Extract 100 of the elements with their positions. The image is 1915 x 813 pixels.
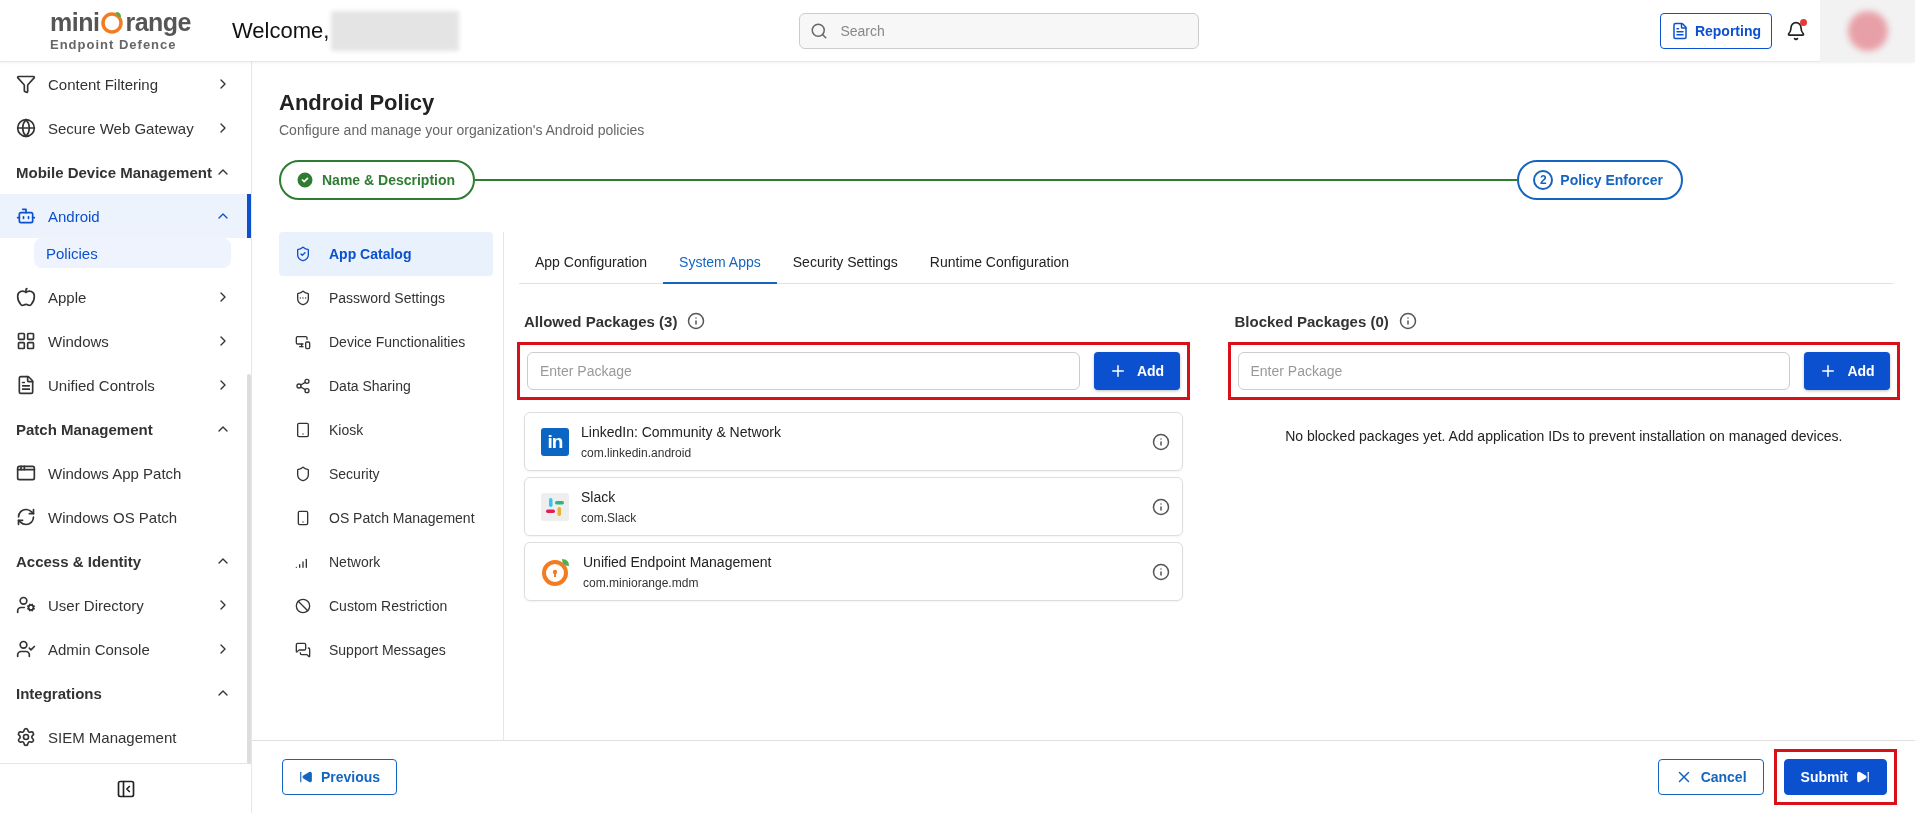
sidebar-item[interactable]: Admin Console [0,627,251,671]
user-check-icon [16,639,36,659]
document-icon [16,375,36,395]
document-icon [1670,21,1689,40]
shield-icon [295,466,311,482]
search-input[interactable]: Search [838,21,1189,40]
notification-bell-icon[interactable] [1786,20,1806,41]
sidebar-section[interactable]: Access & Identity [0,539,251,583]
linkedin-logo: in [541,427,569,456]
sidebar-section[interactable]: Patch Management [0,407,251,451]
package-name: LinkedIn: Community & Network [581,423,782,440]
sidebar-item[interactable]: Android [0,194,251,238]
search-icon [810,21,829,40]
section-label: Patch Management [16,420,154,438]
policy-menu-item[interactable]: Kiosk [279,408,493,452]
policy-menu-item[interactable]: Custom Restriction [279,584,493,628]
filter-icon [16,74,36,94]
cancel-button[interactable]: Cancel [1657,759,1764,795]
sidebar-item[interactable]: Unified Controls [0,363,251,407]
apple-icon [16,287,36,307]
share-icon [295,378,311,394]
step-number: 2 [1533,170,1554,190]
add-button[interactable]: Add [1804,352,1890,390]
logo-tagline: Endpoint Defence [50,36,177,52]
page-subtitle: Configure and manage your organization's Android policies [279,122,646,138]
logo-text: mini [50,9,100,35]
section-label: Access & Identity [16,552,143,570]
info-icon[interactable] [687,312,706,330]
devices-icon [295,334,311,350]
package-name: Slack [581,488,617,505]
tab[interactable]: App Configuration [519,242,664,284]
reporting-button[interactable]: Reporting [1659,12,1772,49]
section-title: Allowed Packages (3) [524,312,678,330]
grid-icon [16,331,36,351]
tab[interactable]: Runtime Configuration [913,242,1086,284]
sidebar-item[interactable]: Windows OS Patch [0,495,251,539]
info-icon[interactable] [1151,562,1170,581]
step-pill[interactable]: Name & Description [279,160,476,200]
empty-message: No blocked packages yet. Add application IDs to prevent installation on managed devices. [1284,428,1844,444]
user-gear-icon [16,595,36,615]
step-label: Policy Enforcer [1560,172,1663,188]
chat-icon [295,642,311,658]
policy-menu-item[interactable]: Data Sharing [279,364,493,408]
sidebar-section[interactable]: Mobile Device Management [0,150,251,194]
tab[interactable]: System Apps [663,242,777,284]
page-title: Android Policy [279,90,436,116]
add-button[interactable]: Add [1093,352,1180,390]
package-name: Unified Endpoint Management [583,553,773,570]
settings-icon [16,727,36,747]
policy-menu-item[interactable]: Support Messages [279,628,493,672]
skip-forward-icon [1856,770,1870,784]
section-label: Integrations [16,684,103,702]
app-window-icon [16,463,36,483]
previous-button[interactable]: Previous [282,759,398,795]
sidebar-item[interactable]: Apple [0,275,251,319]
info-icon[interactable] [1151,432,1170,451]
policy-menu-item[interactable]: OS Patch Management [279,496,493,540]
sidebar-item[interactable]: Secure Web Gateway [0,106,251,150]
policy-menu-item[interactable]: Network [279,540,493,584]
logo-text: range [125,9,191,35]
info-icon[interactable] [1151,497,1170,516]
sidebar-section[interactable]: Integrations [0,671,251,715]
app-logo [541,556,571,587]
sidebar-item[interactable]: SIEM Management [0,715,251,759]
sidebar-item[interactable]: Windows App Patch [0,451,251,495]
package-id: com.miniorange.mdm [583,575,700,590]
collapse-sidebar-icon[interactable] [115,778,136,799]
step-label: Name & Description [322,172,456,188]
package-id: com.Slack [581,510,638,525]
search-field[interactable]: Search [799,12,1200,49]
logo-o-icon [100,10,125,34]
shield-icon [295,246,311,262]
welcome-text: Welcome, [232,17,330,44]
slack-logo [541,492,569,521]
tablet-icon [295,422,311,438]
policy-menu-item[interactable]: Password Settings [279,276,493,320]
phone-icon [295,510,311,526]
section-title: Blocked Packages (0) [1234,312,1389,330]
skip-back-icon [299,770,313,784]
info-icon[interactable] [1398,312,1417,330]
sidebar-item[interactable]: Content Filtering [0,62,251,106]
submit-button[interactable]: Submit [1783,759,1887,795]
robot-icon [16,206,36,226]
package-input[interactable]: Enter Package [1237,352,1790,390]
sidebar-subitem[interactable]: Policies [34,238,231,268]
package-input[interactable]: Enter Package [527,352,1080,390]
check-icon [295,170,315,190]
shield-icon [295,290,311,306]
policy-menu-item[interactable]: Device Functionalities [279,320,493,364]
ban-icon [295,598,311,614]
sidebar-item[interactable]: Windows [0,319,251,363]
package-id: com.linkedin.android [581,445,693,460]
globe-icon [16,118,36,138]
sidebar-item[interactable]: User Directory [0,583,251,627]
tab[interactable]: Security Settings [776,242,914,284]
policy-menu-item[interactable]: Security [279,452,493,496]
section-label: Mobile Device Management [16,163,213,181]
step-pill[interactable]: 2 Policy Enforcer [1517,160,1683,200]
refresh-icon [16,507,36,527]
policy-menu-item[interactable]: App Catalog [279,232,493,276]
